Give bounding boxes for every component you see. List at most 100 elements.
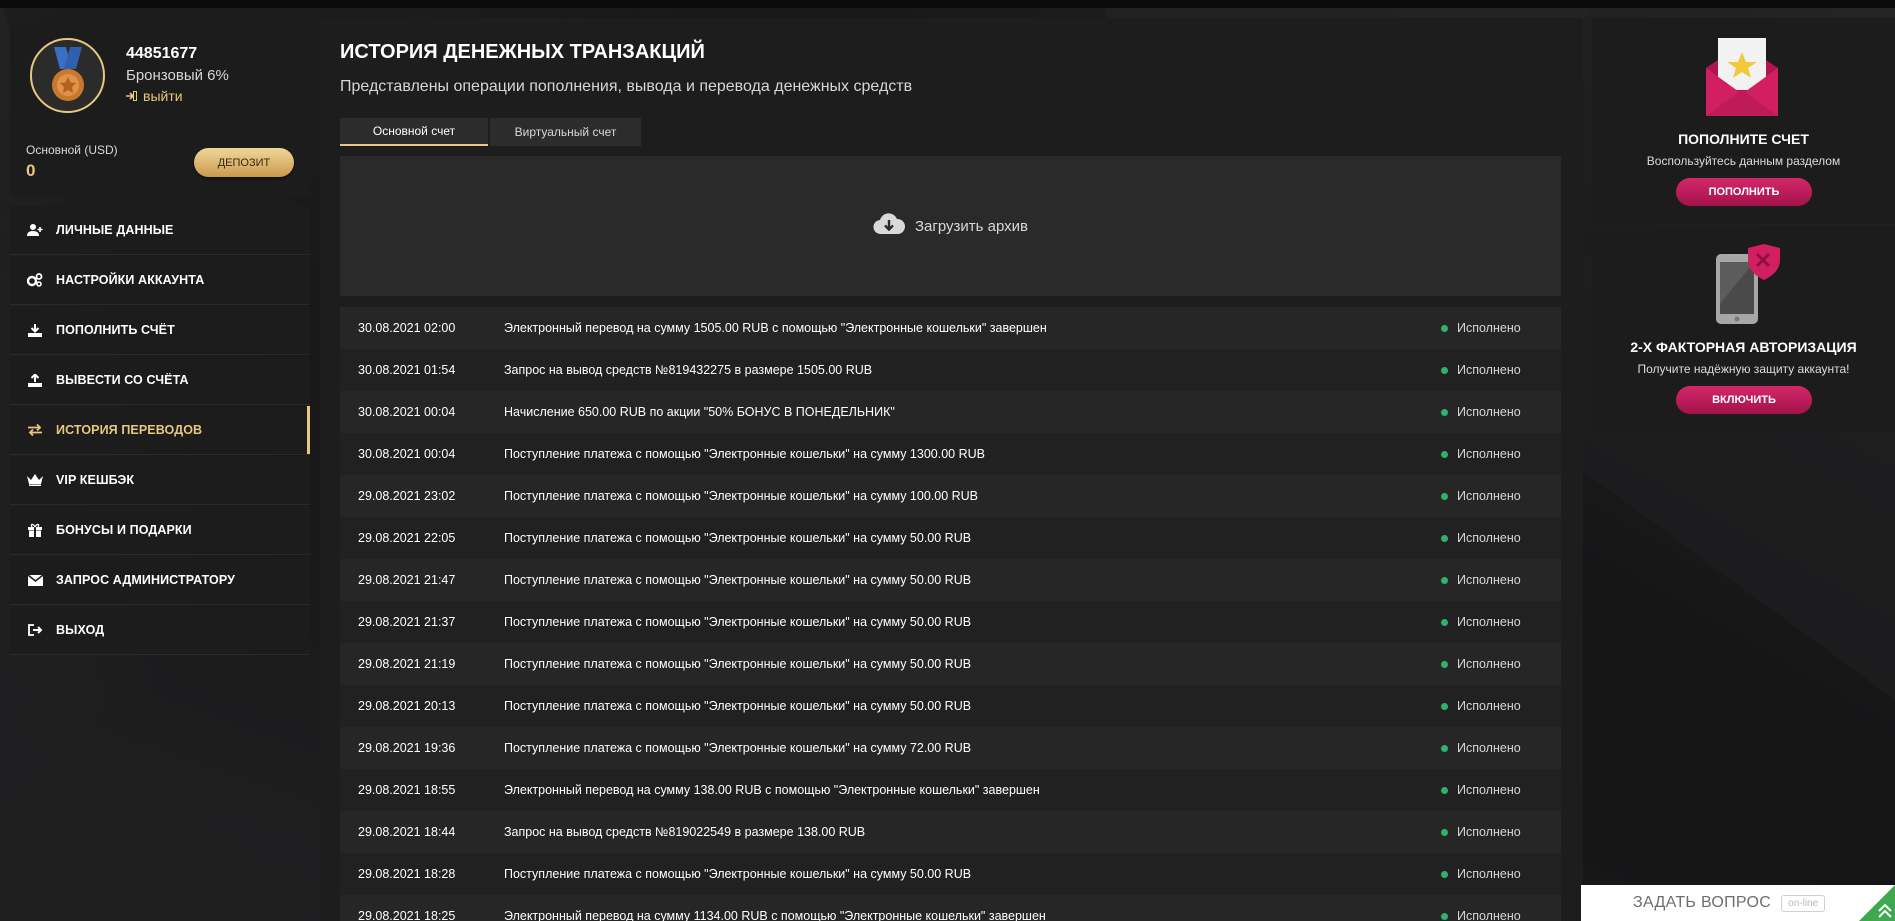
logout-link[interactable]: выйти <box>126 88 183 104</box>
status-dot <box>1441 702 1448 710</box>
enable-2fa-button[interactable]: ВКЛЮЧИТЬ <box>1676 386 1812 414</box>
deposit-button[interactable]: ДЕПОЗИТ <box>194 148 294 177</box>
menu-item-personal-data[interactable]: ЛИЧНЫЕ ДАННЫЕ <box>10 206 310 255</box>
tab-main-account[interactable]: Основной счет <box>340 118 488 146</box>
status-dot <box>1441 534 1448 542</box>
status-label: Исполнено <box>1457 405 1521 419</box>
status-dot <box>1441 828 1448 836</box>
table-row: 29.08.2021 18:28 Поступление платежа с по… <box>340 853 1561 895</box>
sign-out-icon <box>26 623 44 637</box>
status-label: Исполнено <box>1457 615 1521 629</box>
transaction-description: Поступление платежа с помощью "Электронн… <box>504 615 972 629</box>
transaction-status: Исполнено <box>1441 699 1561 713</box>
transaction-description: Поступление платежа с помощью "Электронн… <box>504 573 972 587</box>
status-dot <box>1441 492 1448 500</box>
transaction-description: Электронный перевод на сумму 138.00 RUB … <box>504 783 1040 797</box>
gift-icon <box>26 523 44 537</box>
status-dot <box>1441 744 1448 752</box>
transaction-date: 29.08.2021 21:37 <box>358 615 456 629</box>
transaction-status: Исполнено <box>1441 321 1561 335</box>
transaction-status: Исполнено <box>1441 741 1561 755</box>
menu-item-admin-request[interactable]: ЗАПРОС АДМИНИСТРАТОРУ <box>10 556 310 605</box>
transaction-description: Электронный перевод на сумму 1505.00 RUB… <box>504 321 1047 335</box>
table-row: 30.08.2021 00:04 Поступление платежа с по… <box>340 433 1561 475</box>
status-dot <box>1441 660 1448 668</box>
menu-item-bonuses[interactable]: БОНУСЫ И ПОДАРКИ <box>10 506 310 555</box>
sign-out-icon <box>126 88 137 104</box>
menu-item-label: VIP КЕШБЭК <box>56 473 135 487</box>
online-badge: on-line <box>1781 894 1826 912</box>
status-label: Исполнено <box>1457 909 1521 921</box>
menu-item-transfer-history[interactable]: ИСТОРИЯ ПЕРЕВОДОВ <box>10 406 310 455</box>
menu-item-label: БОНУСЫ И ПОДАРКИ <box>56 523 192 537</box>
profile-card: 44851677 Бронзовый 6% выйти Основной (US… <box>10 18 310 196</box>
transaction-date: 29.08.2021 18:44 <box>358 825 456 839</box>
menu-item-account-settings[interactable]: НАСТРОЙКИ АККАУНТА <box>10 256 310 305</box>
download-archive-button[interactable]: Загрузить архив <box>340 156 1561 296</box>
menu-item-vip-cashback[interactable]: VIP КЕШБЭК <box>10 456 310 505</box>
status-label: Исполнено <box>1457 657 1521 671</box>
crown-icon <box>26 473 44 487</box>
transaction-date: 29.08.2021 19:36 <box>358 741 456 755</box>
bronze-medal-icon <box>51 46 84 101</box>
transaction-status: Исполнено <box>1441 447 1561 461</box>
promo-title: 2-Х ФАКТОРНАЯ АВТОРИЗАЦИЯ <box>1630 339 1857 355</box>
status-label: Исполнено <box>1457 363 1521 377</box>
transaction-date: 29.08.2021 23:02 <box>358 489 456 503</box>
transaction-status: Исполнено <box>1441 783 1561 797</box>
balance-label: Основной (USD) <box>26 143 118 157</box>
table-row: 29.08.2021 18:44 Запрос на вывод средств … <box>340 811 1561 853</box>
transaction-date: 29.08.2021 22:05 <box>358 531 456 545</box>
exchange-icon <box>26 423 44 437</box>
promo-deposit: ПОПОЛНИТЕ СЧЕТ Воспользуйтесь данным раз… <box>1592 18 1895 224</box>
status-label: Исполнено <box>1457 531 1521 545</box>
status-label: Исполнено <box>1457 573 1521 587</box>
menu-item-exit[interactable]: ВЫХОД <box>10 606 310 655</box>
transaction-status: Исполнено <box>1441 405 1561 419</box>
status-dot <box>1441 912 1448 920</box>
medal-avatar <box>30 38 105 113</box>
transaction-date: 30.08.2021 00:04 <box>358 447 456 461</box>
menu-item-label: ВЫВЕСТИ СО СЧЁТА <box>56 373 189 387</box>
table-row: 29.08.2021 18:55 Электронный перевод на с… <box>340 769 1561 811</box>
menu-item-withdraw[interactable]: ВЫВЕСТИ СО СЧЁТА <box>10 356 310 405</box>
menu-item-label: НАСТРОЙКИ АККАУНТА <box>56 273 205 287</box>
tab-virtual-account[interactable]: Виртуальный счет <box>490 118 641 146</box>
table-row: 29.08.2021 22:05 Поступление платежа с по… <box>340 517 1561 559</box>
transaction-status: Исполнено <box>1441 867 1561 881</box>
status-label: Исполнено <box>1457 783 1521 797</box>
ask-question-label: ЗАДАТЬ ВОПРОС <box>1633 894 1772 911</box>
status-dot <box>1441 408 1448 416</box>
menu-item-label: ВЫХОД <box>56 623 105 637</box>
transaction-description: Запрос на вывод средств №819432275 в раз… <box>504 363 873 377</box>
status-label: Исполнено <box>1457 321 1521 335</box>
status-dot <box>1441 366 1448 374</box>
cloud-download-icon <box>873 213 905 239</box>
transactions-table: 30.08.2021 02:00 Электронный перевод на с… <box>340 307 1561 921</box>
user-level: Бронзовый 6% <box>126 67 229 84</box>
menu-item-deposit[interactable]: ПОПОЛНИТЬ СЧЁТ <box>10 306 310 355</box>
table-row: 29.08.2021 21:37 Поступление платежа с по… <box>340 601 1561 643</box>
transaction-date: 29.08.2021 20:13 <box>358 699 456 713</box>
topup-button[interactable]: ПОПОЛНИТЬ <box>1676 178 1812 206</box>
transaction-date: 30.08.2021 02:00 <box>358 321 456 335</box>
promo-title: ПОПОЛНИТЕ СЧЕТ <box>1678 131 1809 147</box>
user-plus-icon <box>26 223 44 237</box>
transaction-description: Электронный перевод на сумму 1134.00 RUB… <box>504 909 1046 921</box>
transaction-date: 29.08.2021 18:28 <box>358 867 456 881</box>
table-row: 29.08.2021 18:25 Электронный перевод на с… <box>340 895 1561 921</box>
transaction-date: 29.08.2021 21:19 <box>358 657 456 671</box>
status-dot <box>1441 324 1448 332</box>
transaction-status: Исполнено <box>1441 825 1561 839</box>
transaction-description: Поступление платежа с помощью "Электронн… <box>504 657 972 671</box>
promo-text: Воспользуйтесь данным разделом <box>1646 154 1841 168</box>
transaction-description: Поступление платежа с помощью "Электронн… <box>504 867 972 881</box>
table-row: 29.08.2021 20:13 Поступление платежа с по… <box>340 685 1561 727</box>
menu-item-label: ЗАПРОС АДМИНИСТРАТОРУ <box>56 573 235 587</box>
status-dot <box>1441 450 1448 458</box>
ask-question-widget[interactable]: ЗАДАТЬ ВОПРОС on-line <box>1581 885 1895 921</box>
right-sidebar: ПОПОЛНИТЕ СЧЕТ Воспользуйтесь данным раз… <box>1592 18 1895 432</box>
table-row: 29.08.2021 19:36 Поступление платежа с по… <box>340 727 1561 769</box>
envelope-star-icon <box>1702 36 1782 123</box>
promo-text: Получите надёжную защиту аккаунта! <box>1637 362 1850 376</box>
